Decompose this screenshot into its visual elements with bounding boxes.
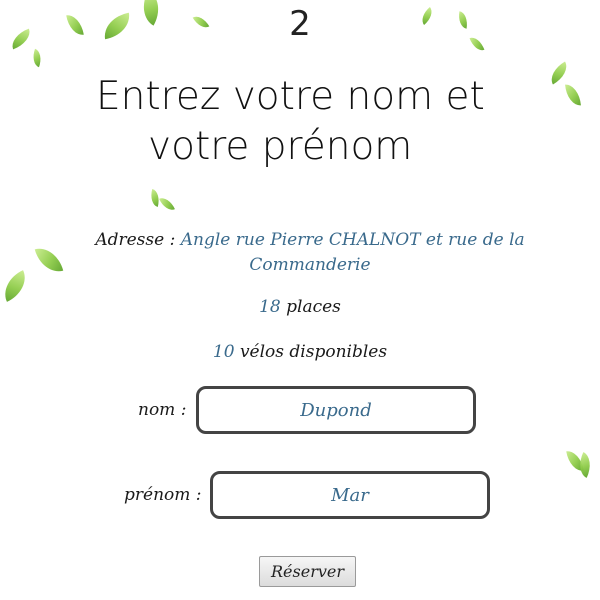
station-address: Adresse : Angle rue Pierre CHALNOT et ru…	[90, 228, 530, 278]
leaf-decoration	[545, 61, 573, 85]
leaf-decoration	[565, 83, 581, 107]
station-places: 18 places	[0, 297, 600, 317]
page-title: Entrez votre nom et votre prénom	[96, 72, 516, 172]
places-count: 18	[259, 297, 281, 317]
nom-label: nom :	[138, 400, 187, 420]
step-number: 2	[289, 4, 311, 44]
address-label: Adresse :	[95, 230, 176, 250]
address-value: Angle rue Pierre CHALNOT et rue de la Co…	[180, 230, 525, 275]
page-title-line2: votre prénom	[148, 124, 413, 169]
reservation-page: 2 Entrez votre nom et votre prénom Adres…	[0, 0, 600, 600]
places-label: places	[286, 297, 341, 317]
leaf-decoration	[159, 194, 175, 214]
page-title-line1: Entrez votre nom et	[96, 74, 485, 119]
leaf-decoration	[29, 48, 45, 68]
leaf-decoration	[34, 243, 64, 277]
bikes-count: 10	[212, 342, 235, 362]
prenom-label: prénom :	[124, 485, 202, 505]
reserve-button[interactable]: Réserver	[259, 556, 356, 587]
nom-input[interactable]	[196, 386, 476, 434]
prenom-input[interactable]	[210, 471, 490, 519]
bikes-label: vélos disponibles	[239, 342, 388, 362]
station-available-bikes: 10 vélos disponibles	[0, 342, 600, 362]
